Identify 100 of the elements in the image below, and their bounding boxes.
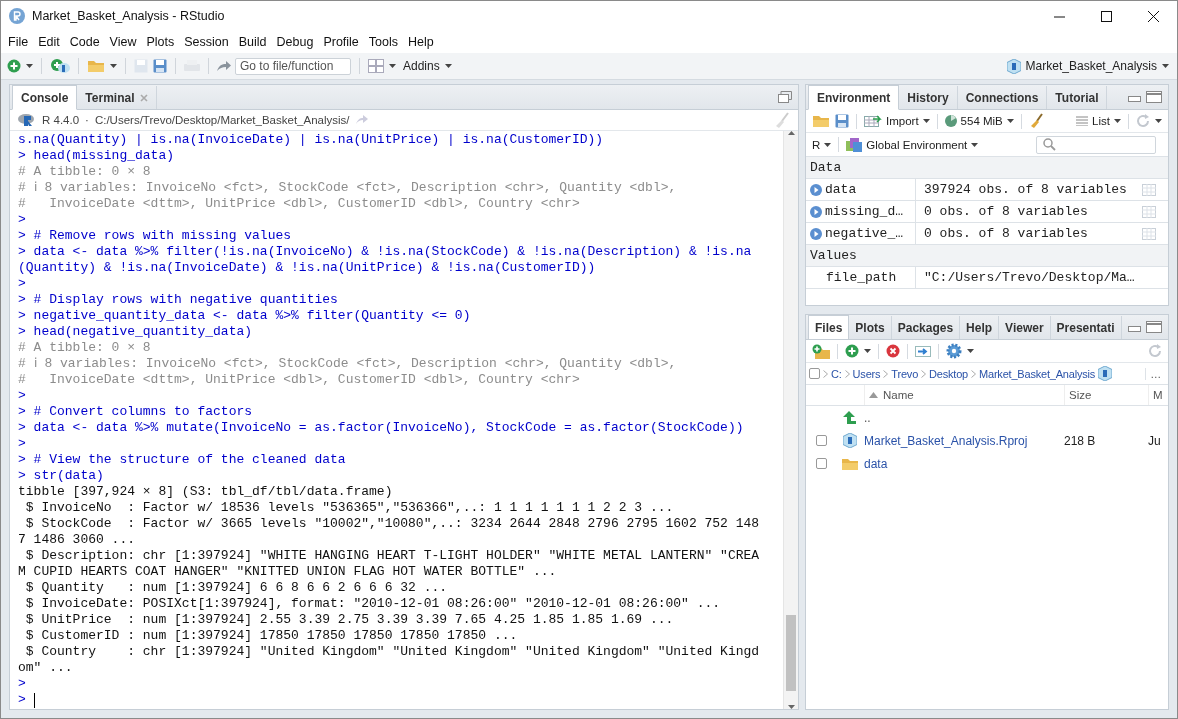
delete-icon[interactable] xyxy=(886,344,900,358)
menu-item[interactable]: Debug xyxy=(271,35,319,49)
menu-item[interactable]: Profile xyxy=(318,35,364,49)
rename-icon[interactable] xyxy=(915,344,931,358)
stacked-squares-icon xyxy=(846,137,863,152)
add-icon[interactable] xyxy=(845,344,859,358)
pane-tab[interactable]: Environment xyxy=(808,85,900,110)
pane-tab[interactable]: Help xyxy=(960,316,1000,339)
up-arrow-icon[interactable] xyxy=(843,410,857,425)
separator-dot: · xyxy=(85,114,89,126)
column-header[interactable]: Name xyxy=(864,385,1064,405)
pane-tab[interactable]: Console xyxy=(12,85,78,110)
grid-layout-icon[interactable] xyxy=(368,59,384,73)
console-line: s.na(Quantity) | is.na(InvoiceDate) | is.na(UnitPrice) | is.na(CustomerID)) xyxy=(18,132,605,148)
caret-icon[interactable] xyxy=(110,64,117,68)
checkbox[interactable] xyxy=(809,368,820,379)
menu-item[interactable]: View xyxy=(104,35,142,49)
file-modified: Ju xyxy=(1148,433,1162,448)
save-all-icon[interactable] xyxy=(153,59,167,73)
breadcrumb-link[interactable]: Trevo xyxy=(891,367,919,380)
menu-item[interactable]: Code xyxy=(64,35,105,49)
import-dataset-button[interactable]: Import xyxy=(864,115,930,127)
minimize-maximize-icon[interactable] xyxy=(1128,320,1162,334)
scroll-down-icon[interactable] xyxy=(787,705,795,709)
search-field[interactable] xyxy=(1036,135,1156,154)
scrollbar-thumb[interactable] xyxy=(786,615,796,691)
project-menu[interactable]: Market_Basket_Analysis xyxy=(1004,58,1171,74)
expand-icon[interactable] xyxy=(810,205,822,218)
expand-icon[interactable] xyxy=(810,227,822,240)
caret-icon[interactable] xyxy=(922,119,930,123)
file-link[interactable]: .. xyxy=(864,410,1064,425)
save-icon[interactable] xyxy=(835,114,849,128)
caret-icon[interactable] xyxy=(824,142,832,147)
pane-tab[interactable]: Files xyxy=(808,315,850,339)
checkbox[interactable] xyxy=(815,435,827,446)
console-line: (Quantity) & !is.na(InvoiceDate) & !is.na(UnitPrice) & !is.na(CustomerID)) xyxy=(18,260,597,276)
minimize-maximize-icon[interactable] xyxy=(1128,90,1162,104)
column-header[interactable]: Size xyxy=(1064,385,1148,405)
pane-tab[interactable]: Packages xyxy=(891,316,961,339)
breadcrumb-link[interactable]: Desktop xyxy=(929,367,968,380)
console-line: > head(missing_data) xyxy=(18,148,176,164)
pie-icon xyxy=(944,115,957,127)
pane-tab[interactable]: Terminal xyxy=(77,86,158,109)
more-button[interactable]: … xyxy=(1145,367,1165,380)
addins-button[interactable]: Addins xyxy=(401,59,454,73)
pane-tab[interactable]: Connections xyxy=(957,86,1048,109)
caret-icon[interactable] xyxy=(967,349,974,353)
pane-tab[interactable]: Viewer xyxy=(999,316,1051,339)
caret-icon[interactable] xyxy=(1006,119,1014,123)
caret-icon[interactable] xyxy=(1155,119,1162,123)
open-folder-icon xyxy=(87,59,105,73)
new-project-icon[interactable] xyxy=(50,58,70,74)
caret-icon[interactable] xyxy=(1162,64,1169,68)
maximize-icon[interactable] xyxy=(1101,10,1112,22)
table-icon xyxy=(864,115,882,127)
gear-icon[interactable] xyxy=(946,343,962,359)
pane-tab[interactable]: Plots xyxy=(849,316,892,339)
pane-tab[interactable]: History xyxy=(899,86,958,109)
view-mode-button[interactable]: List xyxy=(1076,115,1121,127)
go-to-file-field[interactable]: Go to file/function xyxy=(235,57,351,75)
menu-item[interactable]: Tools xyxy=(363,35,403,49)
pane-tab[interactable]: Presentati xyxy=(1050,316,1122,339)
menu-item[interactable]: Help xyxy=(403,35,439,49)
expand-icon[interactable] xyxy=(810,183,822,196)
checkbox[interactable] xyxy=(815,458,827,469)
caret-icon[interactable] xyxy=(389,64,396,68)
console-line: > data <- data %>% mutate(InvoiceNo = as.factor(InvoiceNo), StockCode = as.factor(StockCode)) xyxy=(18,420,745,436)
menu-item[interactable]: Build xyxy=(233,35,272,49)
variable-name: data xyxy=(825,182,857,197)
breadcrumb-link[interactable]: Market_Basket_Analysis xyxy=(979,367,1096,380)
pane-tab[interactable]: Tutorial xyxy=(1047,86,1108,109)
chevron-icon xyxy=(844,369,850,378)
menu-item[interactable]: Plots xyxy=(141,35,180,49)
console-prompt[interactable]: > xyxy=(18,692,783,708)
language-dropdown[interactable]: R xyxy=(812,138,832,151)
menu-item[interactable]: Session xyxy=(179,35,234,49)
caret-icon[interactable] xyxy=(1114,119,1121,123)
file-link[interactable]: data xyxy=(864,456,1064,471)
caret-icon[interactable] xyxy=(864,349,871,353)
chevron-icon xyxy=(883,369,889,378)
close-icon[interactable] xyxy=(1148,10,1159,22)
menu-item[interactable]: File xyxy=(3,35,34,49)
file-link[interactable]: Market_Basket_Analysis.Rproj xyxy=(864,433,1064,448)
working-directory[interactable]: C:/Users/Trevo/Desktop/Market_Basket_Analysis/ xyxy=(94,114,350,126)
scrollbar[interactable] xyxy=(783,131,798,709)
menu-item[interactable]: Edit xyxy=(33,35,65,49)
environment-dropdown[interactable]: Global Environment xyxy=(846,137,979,152)
caret-icon[interactable] xyxy=(971,142,979,147)
breadcrumb-link[interactable]: C: xyxy=(831,367,842,380)
add-icon[interactable] xyxy=(7,59,21,73)
chevron-icon xyxy=(823,369,828,378)
breadcrumb-link[interactable]: Users xyxy=(852,367,881,380)
new-folder-icon[interactable] xyxy=(812,343,830,359)
caret-icon[interactable] xyxy=(26,64,33,68)
memory-usage-button[interactable]: 554 MiB xyxy=(944,115,1014,127)
console-line: # ℹ 8 variables: InvoiceNo <fct>, StockCode <fct>, Description <chr>, Quantity <dbl>, xyxy=(18,356,678,372)
column-header[interactable]: M xyxy=(1148,385,1168,405)
caret-icon[interactable] xyxy=(444,64,452,68)
restore-icon[interactable] xyxy=(778,91,792,103)
scroll-up-icon[interactable] xyxy=(787,131,795,135)
